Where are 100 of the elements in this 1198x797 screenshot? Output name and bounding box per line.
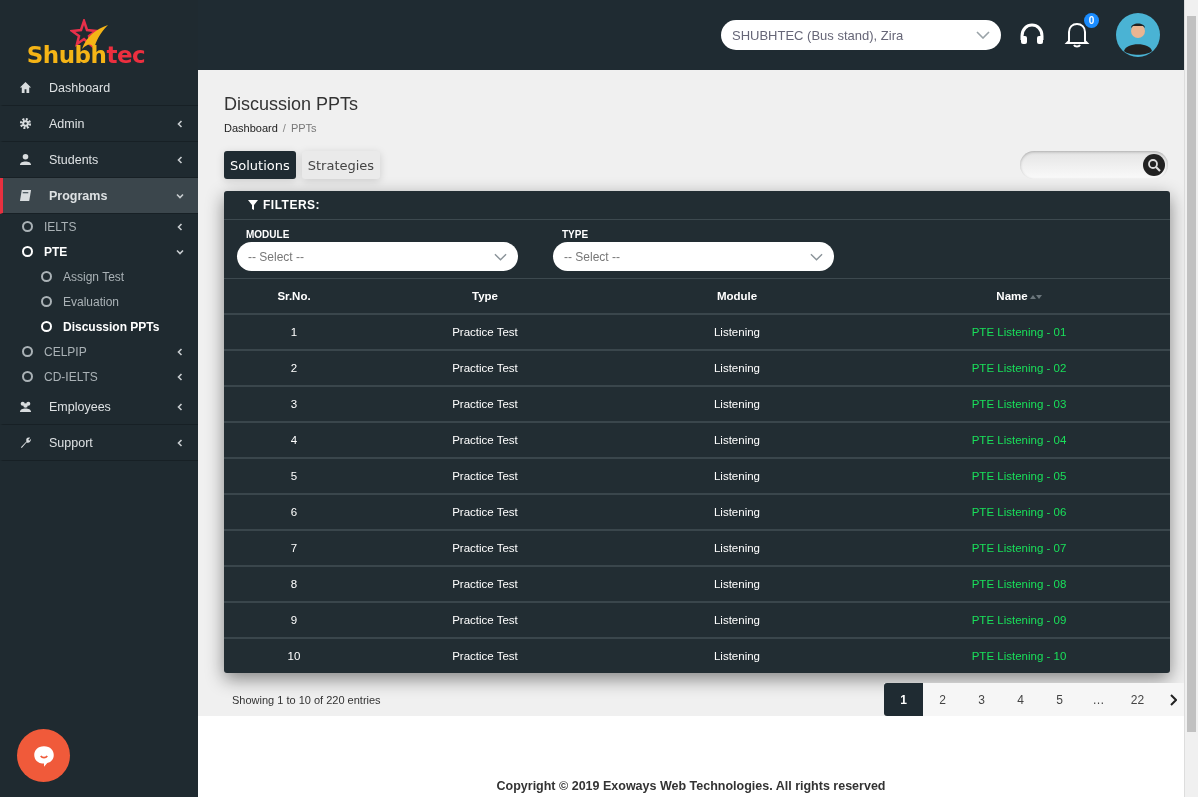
column-header[interactable]: Name	[868, 278, 1170, 314]
name-link[interactable]: PTE Listening - 02	[868, 350, 1170, 386]
select-field[interactable]: -- Select --	[553, 242, 834, 271]
breadcrumb-link[interactable]: PPTs	[290, 122, 317, 134]
page-button[interactable]: 2	[923, 683, 962, 716]
table-cell: Practice Test	[364, 530, 606, 566]
copyright-text: Copyright © 2019 Exoways Web Technologies. All rights reserved	[496, 779, 886, 793]
notification-badge: 0	[1084, 12, 1099, 28]
next-page-icon[interactable]	[1169, 693, 1177, 706]
logo-text: Shubhtec	[26, 42, 146, 68]
avatar-icon[interactable]	[1116, 13, 1160, 57]
page-button[interactable]: 5	[1040, 683, 1079, 716]
circle-icon	[22, 221, 33, 232]
table-info: Showing 1 to 10 of 220 entries	[232, 693, 381, 706]
table-cell: Listening	[606, 530, 868, 566]
tab[interactable]: Solutions	[224, 151, 296, 179]
column-header[interactable]: Module	[606, 278, 868, 314]
table-cell: Listening	[606, 494, 868, 530]
chat-button[interactable]	[17, 729, 70, 782]
table-cell: 1	[224, 314, 364, 350]
search-icon[interactable]	[1143, 154, 1165, 176]
table-cell: 8	[224, 566, 364, 602]
sidebar-subitem[interactable]: Evaluation	[0, 289, 198, 314]
page-button[interactable]: 22	[1118, 683, 1157, 716]
circle-icon	[22, 246, 33, 257]
table-cell: Practice Test	[364, 314, 606, 350]
chevron-icon	[176, 119, 184, 128]
chevron-icon	[176, 372, 184, 381]
table-cell: Practice Test	[364, 422, 606, 458]
users-icon	[19, 400, 32, 413]
name-link[interactable]: PTE Listening - 01	[868, 314, 1170, 350]
chevron-icon	[176, 191, 184, 200]
location-select[interactable]: SHUBHTEC (Bus stand), Zira	[721, 20, 1001, 50]
table-cell: 7	[224, 530, 364, 566]
table-cell: Listening	[606, 422, 868, 458]
table-cell: 9	[224, 602, 364, 638]
page-button[interactable]: 4	[1001, 683, 1040, 716]
chevron-icon	[176, 247, 184, 256]
breadcrumb-separator: /	[282, 122, 286, 134]
chevron-icon	[176, 402, 184, 411]
search-field[interactable]	[1020, 151, 1168, 179]
sidebar-item[interactable]: Programs	[0, 178, 198, 214]
page-button[interactable]: 3	[962, 683, 1001, 716]
table-cell: Listening	[606, 458, 868, 494]
table-cell: 6	[224, 494, 364, 530]
sidebar-subitem[interactable]: CD-IELTS	[0, 364, 198, 389]
select-field[interactable]: -- Select --	[237, 242, 518, 271]
sidebar-subitem[interactable]: CELPIP	[0, 339, 198, 364]
column-header[interactable]: Type	[364, 278, 606, 314]
filter-label: MODULE	[245, 229, 291, 240]
chevron-icon	[176, 155, 184, 164]
filter-label: TYPE	[561, 229, 590, 240]
chevron-down-icon	[494, 252, 507, 261]
name-link[interactable]: PTE Listening - 04	[868, 422, 1170, 458]
table-cell: Listening	[606, 314, 868, 350]
chevron-down-icon	[976, 31, 990, 39]
name-link[interactable]: PTE Listening - 08	[868, 566, 1170, 602]
gear-icon	[19, 117, 32, 130]
table-cell: 2	[224, 350, 364, 386]
name-link[interactable]: PTE Listening - 10	[868, 638, 1170, 673]
name-link[interactable]: PTE Listening - 06	[868, 494, 1170, 530]
table-cell: Listening	[606, 602, 868, 638]
page-button[interactable]: …	[1079, 683, 1118, 716]
table-cell: Listening	[606, 566, 868, 602]
filters-title: FILTERS:	[263, 198, 321, 212]
table-cell: Listening	[606, 638, 868, 673]
table-cell: Listening	[606, 386, 868, 422]
column-header[interactable]: Sr.No.	[224, 278, 364, 314]
page-title: Discussion PPTs	[224, 94, 360, 115]
sort-icon[interactable]	[1029, 294, 1042, 300]
sidebar-subitem[interactable]: Assign Test	[0, 264, 198, 289]
chevron-icon	[176, 438, 184, 447]
filter-icon	[248, 200, 258, 210]
name-link[interactable]: PTE Listening - 05	[868, 458, 1170, 494]
tab[interactable]: Strategies	[301, 151, 381, 179]
table-cell: Practice Test	[364, 638, 606, 673]
chevron-icon	[176, 222, 184, 231]
circle-icon	[41, 271, 52, 282]
page-button[interactable]: 1	[884, 683, 923, 716]
table-cell: 5	[224, 458, 364, 494]
table-cell: 3	[224, 386, 364, 422]
table-cell: Listening	[606, 350, 868, 386]
table-cell: 4	[224, 422, 364, 458]
circle-icon	[22, 346, 33, 357]
wrench-icon	[19, 436, 32, 449]
sidebar-subitem[interactable]: PTE	[0, 239, 198, 264]
sidebar-subitem[interactable]: Discussion PPTs	[0, 314, 198, 339]
circle-icon	[22, 371, 33, 382]
chevron-icon	[176, 347, 184, 356]
chevron-down-icon	[810, 252, 823, 261]
name-link[interactable]: PTE Listening - 07	[868, 530, 1170, 566]
table-cell: 10	[224, 638, 364, 673]
name-link[interactable]: PTE Listening - 03	[868, 386, 1170, 422]
table-cell: Practice Test	[364, 458, 606, 494]
sidebar-subitem[interactable]: IELTS	[0, 214, 198, 239]
circle-icon	[41, 296, 52, 307]
breadcrumb-link[interactable]: Dashboard	[224, 122, 278, 134]
table-cell: Practice Test	[364, 494, 606, 530]
name-link[interactable]: PTE Listening - 09	[868, 602, 1170, 638]
table-cell: Practice Test	[364, 566, 606, 602]
